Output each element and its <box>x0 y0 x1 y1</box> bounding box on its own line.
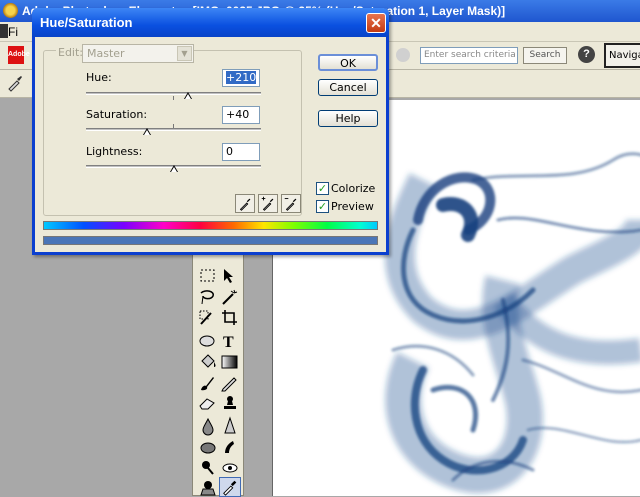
eyedropper-icon[interactable] <box>219 477 241 497</box>
search-button[interactable]: Search <box>523 47 567 64</box>
eyedropper-icon[interactable] <box>6 74 24 92</box>
eyedropper-plus-icon[interactable] <box>258 194 278 213</box>
saturation-field[interactable]: +40 <box>222 106 260 124</box>
pencil-icon[interactable] <box>219 373 241 393</box>
sponge-icon[interactable] <box>197 437 219 457</box>
eyedropper-minus-icon[interactable] <box>281 194 301 213</box>
blur-icon[interactable] <box>197 416 219 436</box>
hand-icon[interactable] <box>197 477 219 497</box>
chevron-down-icon[interactable]: ▼ <box>177 46 192 61</box>
input-spectrum-bar <box>43 221 378 230</box>
help-button[interactable]: Help <box>318 110 378 127</box>
web-icon[interactable] <box>396 48 410 62</box>
magic-wand-icon[interactable] <box>219 287 241 307</box>
edit-label: Edit: <box>56 46 86 59</box>
smudge-icon[interactable] <box>219 437 241 457</box>
colorize-label[interactable]: Colorize <box>331 182 375 195</box>
hue-label: Hue: <box>86 71 112 84</box>
close-icon[interactable]: ✕ <box>366 13 386 33</box>
hue-slider-track[interactable] <box>86 92 261 95</box>
marquee-icon[interactable] <box>197 266 219 286</box>
hue-value: +210 <box>226 71 257 84</box>
saturation-center-tick <box>173 124 174 128</box>
hue-slider-thumb[interactable] <box>183 92 192 99</box>
hue-center-tick <box>173 96 174 100</box>
toolbox-panel: T <box>192 250 244 497</box>
colorize-checkbox[interactable]: ✓ <box>316 182 329 195</box>
lightness-field[interactable]: 0 <box>222 143 260 161</box>
eyedropper-icon[interactable] <box>235 194 255 213</box>
sharpen-icon[interactable] <box>219 416 241 436</box>
lightness-label: Lightness: <box>86 145 143 158</box>
brush-icon[interactable] <box>197 373 219 393</box>
saturation-slider-thumb[interactable] <box>143 128 152 135</box>
selection-brush-icon[interactable] <box>197 308 219 328</box>
move-icon[interactable] <box>219 266 241 286</box>
edit-group-box <box>43 50 302 216</box>
gradient-icon[interactable] <box>219 352 241 372</box>
navigator-palette-tab[interactable]: Navigat <box>604 43 640 68</box>
crop-icon[interactable] <box>219 308 241 328</box>
saturation-label: Saturation: <box>86 108 148 121</box>
lasso-icon[interactable] <box>197 287 219 307</box>
preview-label[interactable]: Preview <box>331 200 374 213</box>
cancel-button[interactable]: Cancel <box>318 79 378 96</box>
saturation-slider-track[interactable] <box>86 128 261 131</box>
output-colorized-bar <box>43 236 378 245</box>
adobe-logo: Adobe <box>8 46 30 64</box>
type-icon[interactable]: T <box>219 331 241 351</box>
ok-button[interactable]: OK <box>318 54 378 71</box>
lightness-slider-thumb[interactable] <box>169 165 178 172</box>
menu-file[interactable]: Fi <box>8 25 18 39</box>
red-eye-icon[interactable] <box>219 457 241 477</box>
ellipse-icon[interactable] <box>197 331 219 351</box>
app-sun-icon <box>3 3 18 18</box>
search-input[interactable]: Enter search criteria <box>420 47 518 64</box>
dialog-title[interactable]: Hue/Saturation <box>32 8 389 37</box>
stamp-icon[interactable] <box>219 393 241 413</box>
hue-field[interactable]: +210 <box>222 69 260 87</box>
menu-doc-icon <box>0 24 8 38</box>
svg-text:T: T <box>223 334 234 351</box>
help-icon[interactable]: ? <box>578 46 595 63</box>
dodge-icon[interactable] <box>197 457 219 477</box>
eraser-icon[interactable] <box>197 393 219 413</box>
paint-bucket-icon[interactable] <box>197 352 219 372</box>
preview-checkbox[interactable]: ✓ <box>316 200 329 213</box>
